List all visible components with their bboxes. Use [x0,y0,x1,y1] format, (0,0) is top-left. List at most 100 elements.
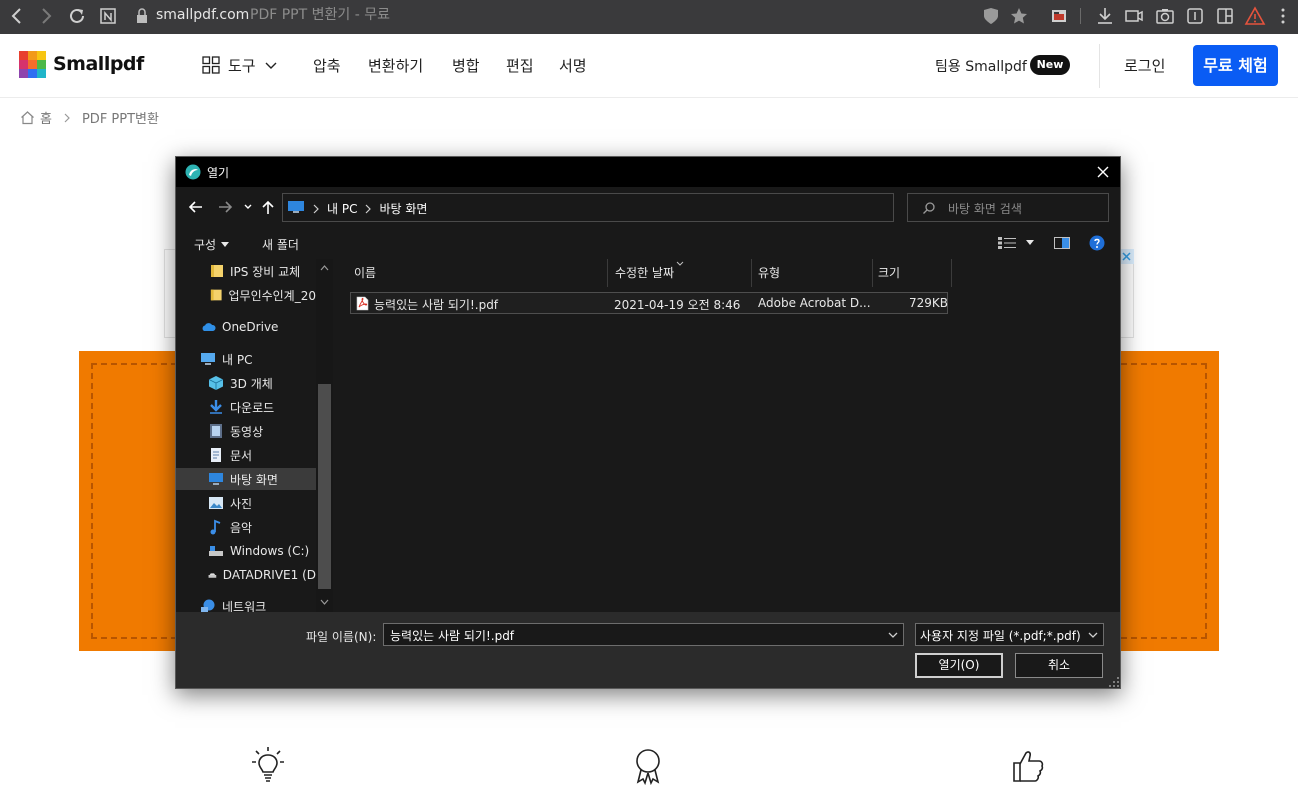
organize-menu-button[interactable]: 구성 [194,236,230,253]
nav-compress[interactable]: 압축 [313,55,341,76]
shield-icon[interactable] [980,5,1002,27]
preview-pane-icon[interactable] [1054,237,1070,249]
lightbulb-icon [248,745,288,787]
extension-icon[interactable] [1048,5,1070,27]
dialog-address-bar[interactable]: 내 PC 바탕 화면 [282,193,985,222]
scroll-up-icon[interactable] [320,265,329,271]
file-name: 능력있는 사람 되기!.pdf [374,298,499,312]
address-page-title[interactable]: PDF PPT 변환기 - 무료 [250,6,390,24]
recent-locations-icon[interactable] [243,203,253,211]
up-arrow-icon[interactable] [261,199,275,215]
more-menu-icon[interactable] [1272,5,1294,27]
path-segment-pc[interactable]: 내 PC [327,200,357,217]
network-icon [201,599,215,612]
nav-item-videos[interactable]: 동영상 [176,420,316,442]
dialog-titlebar[interactable]: 열기 [176,157,1120,187]
filetype-select[interactable]: 사용자 지정 파일 (*.pdf;*.pdf) [915,623,1104,646]
file-row[interactable]: 능력있는 사람 되기!.pdf 2021-04-19 오전 8:46 Adobe… [350,292,948,314]
help-icon[interactable] [1089,235,1105,251]
new-folder-button[interactable]: 새 폴더 [262,236,299,253]
nav-item-network[interactable]: 네트워크 [176,595,316,612]
nav-item-label: 사진 [230,496,253,511]
logo-text[interactable]: Smallpdf [53,53,144,75]
nav-item-ips[interactable]: IPS 장비 교체 [176,260,316,282]
nav-item-onedrive[interactable]: OneDrive [176,316,316,338]
organize-label: 구성 [194,238,217,252]
dialog-footer: 파일 이름(N): 능력있는 사람 되기!.pdf 사용자 지정 파일 (*.p… [176,612,1120,688]
filename-value: 능력있는 사람 되기!.pdf [390,629,515,643]
cancel-button[interactable]: 취소 [1015,653,1103,678]
bookmark-star-icon[interactable] [1008,5,1030,27]
drive-icon [209,546,223,556]
nav-sign[interactable]: 서명 [559,55,587,76]
column-divider[interactable] [607,259,608,287]
home-icon[interactable] [20,110,35,125]
resize-grip-icon[interactable] [1108,676,1120,688]
reader-icon[interactable] [97,5,119,27]
reading-mode-icon[interactable] [1184,5,1206,27]
forward-icon[interactable] [35,5,57,27]
scrollbar-thumb[interactable] [318,384,331,589]
sidebar-icon[interactable] [1214,5,1236,27]
cloud-icon [202,323,216,331]
download-icon[interactable] [1094,5,1116,27]
breadcrumb: 홈 PDF PPT변환 [20,108,159,127]
breadcrumb-home[interactable]: 홈 [40,108,52,127]
caret-down-icon [221,241,230,247]
filename-input[interactable]: 능력있는 사람 되기!.pdf [383,623,904,646]
nav-merge[interactable]: 병합 [452,55,480,76]
address-domain[interactable]: smallpdf.com [156,6,249,24]
nav-item-documents[interactable]: 문서 [176,444,316,466]
warning-icon[interactable] [1244,5,1266,27]
smallpdf-logo-icon[interactable] [19,51,46,78]
nav-pane-scrollbar[interactable] [316,259,333,612]
nav-item-handover[interactable]: 업무인수인계_20 [176,284,316,306]
chevron-down-icon[interactable] [887,630,899,640]
nav-item-label: 내 PC [222,352,253,367]
nav-item-label: Windows (C:) [230,544,310,558]
column-header-type[interactable]: 유형 [752,259,872,287]
column-header-size[interactable]: 크기 [872,259,951,287]
dialog-navigation-pane: IPS 장비 교체 업무인수인계_20 OneDrive 내 PC 3D 개체 … [176,259,333,612]
scroll-down-icon[interactable] [320,599,329,605]
site-header: Smallpdf 도구 압축 변환하기 병합 편집 서명 팀용 Smallpdf… [0,34,1298,98]
path-segment-desktop[interactable]: 바탕 화면 [379,200,427,217]
browser-toolbar: smallpdf.com PDF PPT 변환기 - 무료 [0,0,1298,34]
ad-choices-icon[interactable] [1119,249,1134,264]
nav-item-this-pc[interactable]: 내 PC [176,348,316,370]
back-icon[interactable] [6,5,28,27]
file-size: 729KB [909,296,949,310]
column-divider[interactable] [951,259,952,287]
back-arrow-icon[interactable] [188,200,204,214]
close-icon[interactable] [1094,163,1112,181]
open-button[interactable]: 열기(O) [915,653,1003,678]
dialog-address-row: 내 PC 바탕 화면 바탕 화면 검색 [176,187,1120,227]
dialog-search-input[interactable]: 바탕 화면 검색 [907,193,1109,222]
nav-item-drive-d[interactable]: DATADRIVE1 (D [176,564,316,586]
tools-menu-button[interactable]: 도구 [202,52,278,78]
dialog-title: 열기 [207,166,230,180]
header-divider [1099,44,1100,88]
nav-item-pictures[interactable]: 사진 [176,492,316,514]
nav-item-3d-objects[interactable]: 3D 개체 [176,372,316,394]
computer-icon [201,353,215,365]
login-link[interactable]: 로그인 [1124,55,1165,76]
nav-item-desktop[interactable]: 바탕 화면 [176,468,316,490]
nav-edit[interactable]: 편집 [506,55,534,76]
column-header-name[interactable]: 이름 [348,259,608,287]
free-trial-button[interactable]: 무료 체험 [1193,45,1278,86]
camera-icon[interactable] [1154,5,1176,27]
breadcrumb-current[interactable]: PDF PPT변환 [82,108,159,127]
reload-icon[interactable] [66,5,88,27]
nav-item-music[interactable]: 음악 [176,516,316,538]
search-placeholder: 바탕 화면 검색 [948,202,1022,216]
folder-icon [211,265,223,277]
nav-convert[interactable]: 변환하기 [368,55,423,76]
forward-arrow-icon[interactable] [217,200,233,214]
video-capture-icon[interactable] [1123,5,1145,27]
nav-item-downloads[interactable]: 다운로드 [176,396,316,418]
view-options-button[interactable] [998,237,1034,249]
nav-item-drive-c[interactable]: Windows (C:) [176,540,316,562]
nav-item-label: 네트워크 [222,599,267,613]
team-link[interactable]: 팀용 Smallpdf [935,56,1027,76]
